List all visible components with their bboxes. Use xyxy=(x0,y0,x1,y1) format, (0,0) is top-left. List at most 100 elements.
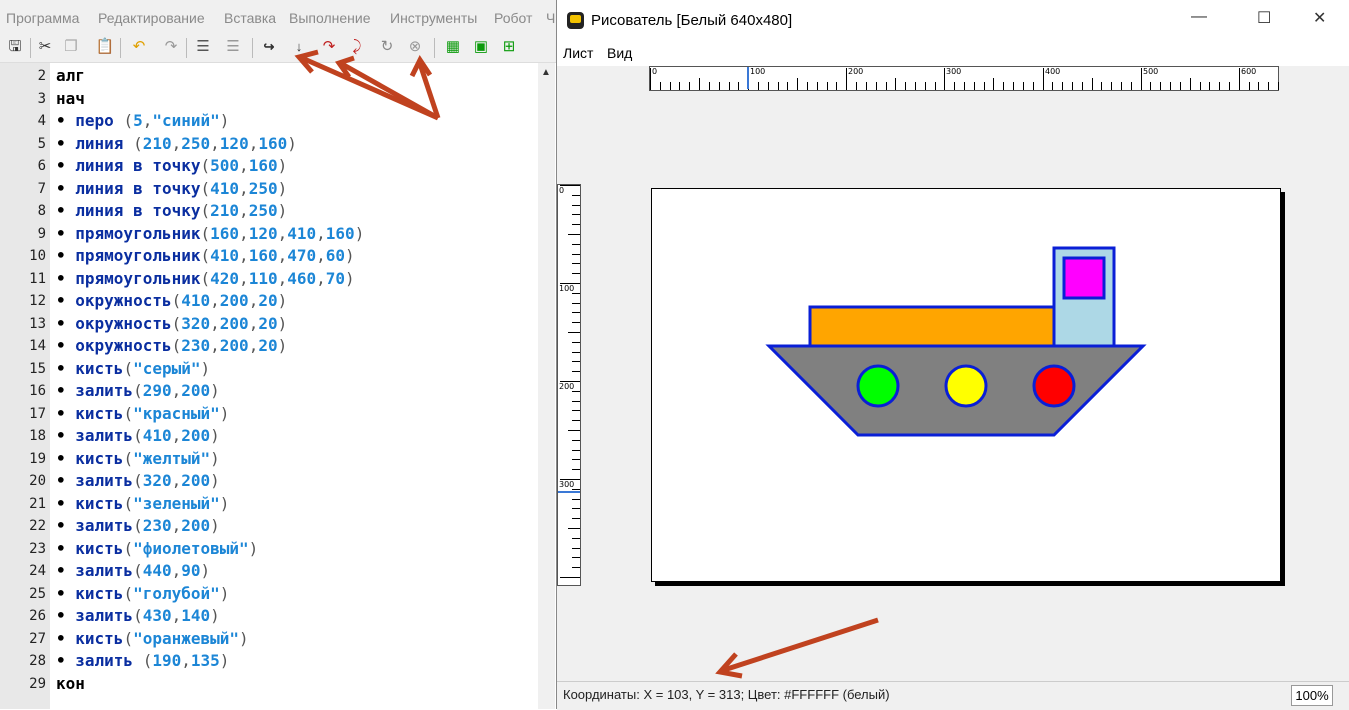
ruler-tick xyxy=(572,352,580,353)
grid-icon[interactable]: ▦ xyxy=(442,36,464,58)
code-line[interactable]: • кисть("фиолетовый") xyxy=(56,538,258,560)
ruler-tick xyxy=(709,82,710,90)
menu-view[interactable]: Вид xyxy=(607,45,632,61)
code-line[interactable]: • кисть("желтый") xyxy=(56,448,220,470)
scroll-up-icon[interactable]: ▲ xyxy=(541,67,551,78)
menu-program[interactable]: Программа xyxy=(6,10,79,26)
ruler-label: 500 xyxy=(1143,67,1159,76)
zoom-level[interactable]: 100% xyxy=(1291,685,1333,706)
number-literal: 320 xyxy=(181,313,211,333)
ruler-tick xyxy=(1092,78,1093,90)
code-line[interactable]: • залить(430,140) xyxy=(56,605,220,627)
punctuation: ( xyxy=(123,628,134,648)
indent-icon[interactable]: ☰ xyxy=(192,36,214,58)
number-literal: 160 xyxy=(258,133,288,153)
number-literal: 70 xyxy=(325,268,346,288)
ruler-tick xyxy=(866,82,867,90)
grid-alt-icon[interactable]: ⊞ xyxy=(498,36,520,58)
code-line[interactable]: • прямоугольник(420,110,460,70) xyxy=(56,268,355,290)
code-line[interactable]: • залить (190,135) xyxy=(56,650,229,672)
code-line[interactable]: • залить(320,200) xyxy=(56,470,220,492)
ruler-tick xyxy=(572,391,580,392)
ruler-tick xyxy=(572,244,580,245)
copy-icon[interactable]: ❐ xyxy=(60,36,82,58)
line-number: 27 xyxy=(29,630,46,647)
redo-icon[interactable]: ↷ xyxy=(160,36,182,58)
run-icon[interactable]: ↪ xyxy=(258,36,280,58)
code-line[interactable]: нач xyxy=(56,88,85,110)
drawing-canvas[interactable] xyxy=(651,188,1281,582)
code-line[interactable]: • линия в точку(500,160) xyxy=(56,155,287,177)
line-number: 14 xyxy=(29,338,46,354)
punctuation: ) xyxy=(210,448,220,468)
punctuation: , xyxy=(316,268,326,288)
unindent-icon[interactable]: ☰ xyxy=(222,36,244,58)
code-line[interactable]: • окружность(230,200,20) xyxy=(56,335,287,357)
step-out-icon[interactable]: ⤸ xyxy=(346,36,368,58)
code-line[interactable]: • кисть("оранжевый") xyxy=(56,628,249,650)
ruler-tick xyxy=(1141,68,1142,90)
stop-icon[interactable]: ⊗ xyxy=(404,36,426,58)
code-line[interactable]: • кисть("красный") xyxy=(56,403,229,425)
code-line[interactable]: • линия в точку(410,250) xyxy=(56,178,287,200)
line-number: 9 xyxy=(37,225,46,242)
code-line[interactable]: • залить(440,90) xyxy=(56,560,210,582)
code-line[interactable]: • залить(290,200) xyxy=(56,380,220,402)
number-literal: 250 xyxy=(248,178,278,198)
paste-icon[interactable]: 📋 xyxy=(94,36,116,58)
indent-marker: • xyxy=(56,313,76,333)
toolbar-separator xyxy=(252,38,253,58)
code-line[interactable]: • линия в точку(210,250) xyxy=(56,200,287,222)
menu-edit[interactable]: Редактирование xyxy=(98,10,205,26)
code-line[interactable]: • перо (5,"синий") xyxy=(56,110,229,132)
code-line[interactable]: • кисть("зеленый") xyxy=(56,493,229,515)
code-line[interactable]: • залить(410,200) xyxy=(56,425,220,447)
ruler-tick xyxy=(572,273,580,274)
cut-icon[interactable]: ✂ xyxy=(34,36,56,58)
ruler-tick xyxy=(572,548,580,549)
frame-icon[interactable]: ▣ xyxy=(470,36,492,58)
code-line[interactable]: • окружность(410,200,20) xyxy=(56,290,287,312)
punctuation: , xyxy=(277,246,288,265)
function-name: залить xyxy=(75,471,134,490)
undo-icon[interactable]: ↶ xyxy=(128,36,150,58)
step-into-icon[interactable]: ↷ xyxy=(318,36,340,58)
code-line[interactable]: • линия (210,250,120,160) xyxy=(56,133,297,155)
menu-robot[interactable]: Робот xyxy=(494,10,532,26)
close-button[interactable]: ✕ xyxy=(1313,8,1326,28)
step-back-icon[interactable]: ↻ xyxy=(376,36,398,58)
code-line[interactable]: • прямоугольник(410,160,470,60) xyxy=(56,245,355,267)
porthole-yellow xyxy=(944,364,988,408)
minimize-button[interactable]: — xyxy=(1191,8,1207,26)
ruler-tick xyxy=(1101,82,1102,90)
ruler-tick xyxy=(572,557,580,558)
code-line[interactable]: • залить(230,200) xyxy=(56,515,220,537)
keyword: алг xyxy=(56,66,85,85)
menu-run[interactable]: Выполнение xyxy=(289,10,370,26)
menu-more[interactable]: Ч xyxy=(546,10,555,26)
code-line[interactable]: • прямоугольник(160,120,410,160) xyxy=(56,223,364,245)
punctuation: ( xyxy=(123,583,134,603)
line-number: 2 xyxy=(37,68,46,84)
code-line[interactable]: • кисть("серый") xyxy=(56,358,210,380)
menu-insert[interactable]: Вставка xyxy=(224,10,276,26)
editor-scrollbar[interactable]: ▲ xyxy=(538,63,555,709)
indent-marker: • xyxy=(56,201,76,220)
function-name: окружность xyxy=(75,313,172,333)
step-icon[interactable]: ↓ xyxy=(288,36,310,58)
code-line[interactable]: • кисть("голубой") xyxy=(56,583,229,605)
window-titlebar[interactable]: Рисователь [Белый 640x480] — ☐ ✕ xyxy=(557,0,1349,42)
punctuation: ( xyxy=(123,448,134,468)
code-line[interactable]: алг xyxy=(56,65,85,87)
code-line[interactable]: • окружность(320,200,20) xyxy=(56,313,287,335)
punctuation: , xyxy=(277,223,288,243)
indent-marker: • xyxy=(56,336,76,355)
ruler-label: 200 xyxy=(848,67,864,76)
menu-sheet[interactable]: Лист xyxy=(563,45,593,61)
code-line[interactable]: кон xyxy=(56,673,85,695)
ruler-tick xyxy=(1209,82,1210,90)
save-icon[interactable]: 🖫 xyxy=(4,36,26,58)
indent-marker: • xyxy=(56,403,76,423)
maximize-button[interactable]: ☐ xyxy=(1257,8,1271,28)
menu-tools[interactable]: Инструменты xyxy=(390,10,477,26)
